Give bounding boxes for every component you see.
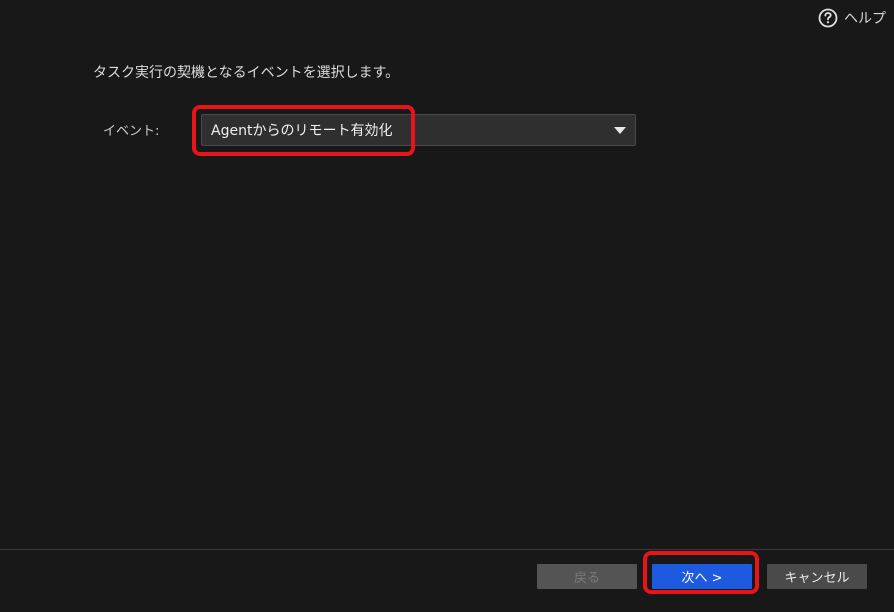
instruction-text: タスク実行の契機となるイベントを選択します。	[93, 65, 400, 81]
caret-down-icon	[614, 127, 626, 134]
help-label: ヘルプ	[844, 11, 886, 27]
back-button-label: 戻る	[573, 571, 600, 586]
help-link[interactable]: ヘルプ	[818, 8, 886, 28]
next-button[interactable]: 次へ >	[652, 564, 752, 589]
footer-divider	[0, 549, 894, 550]
event-select[interactable]: Agentからのリモート有効化	[201, 114, 636, 146]
question-circle-icon	[818, 8, 838, 28]
cancel-button-label: キャンセル	[784, 571, 850, 586]
event-label: イベント:	[103, 124, 160, 139]
next-button-label: 次へ >	[681, 571, 723, 586]
back-button[interactable]: 戻る	[537, 564, 637, 589]
event-select-value: Agentからのリモート有効化	[211, 123, 393, 139]
dialog-page: ヘルプ タスク実行の契機となるイベントを選択します。 イベント: Agentから…	[0, 0, 894, 612]
cancel-button[interactable]: キャンセル	[767, 564, 867, 589]
